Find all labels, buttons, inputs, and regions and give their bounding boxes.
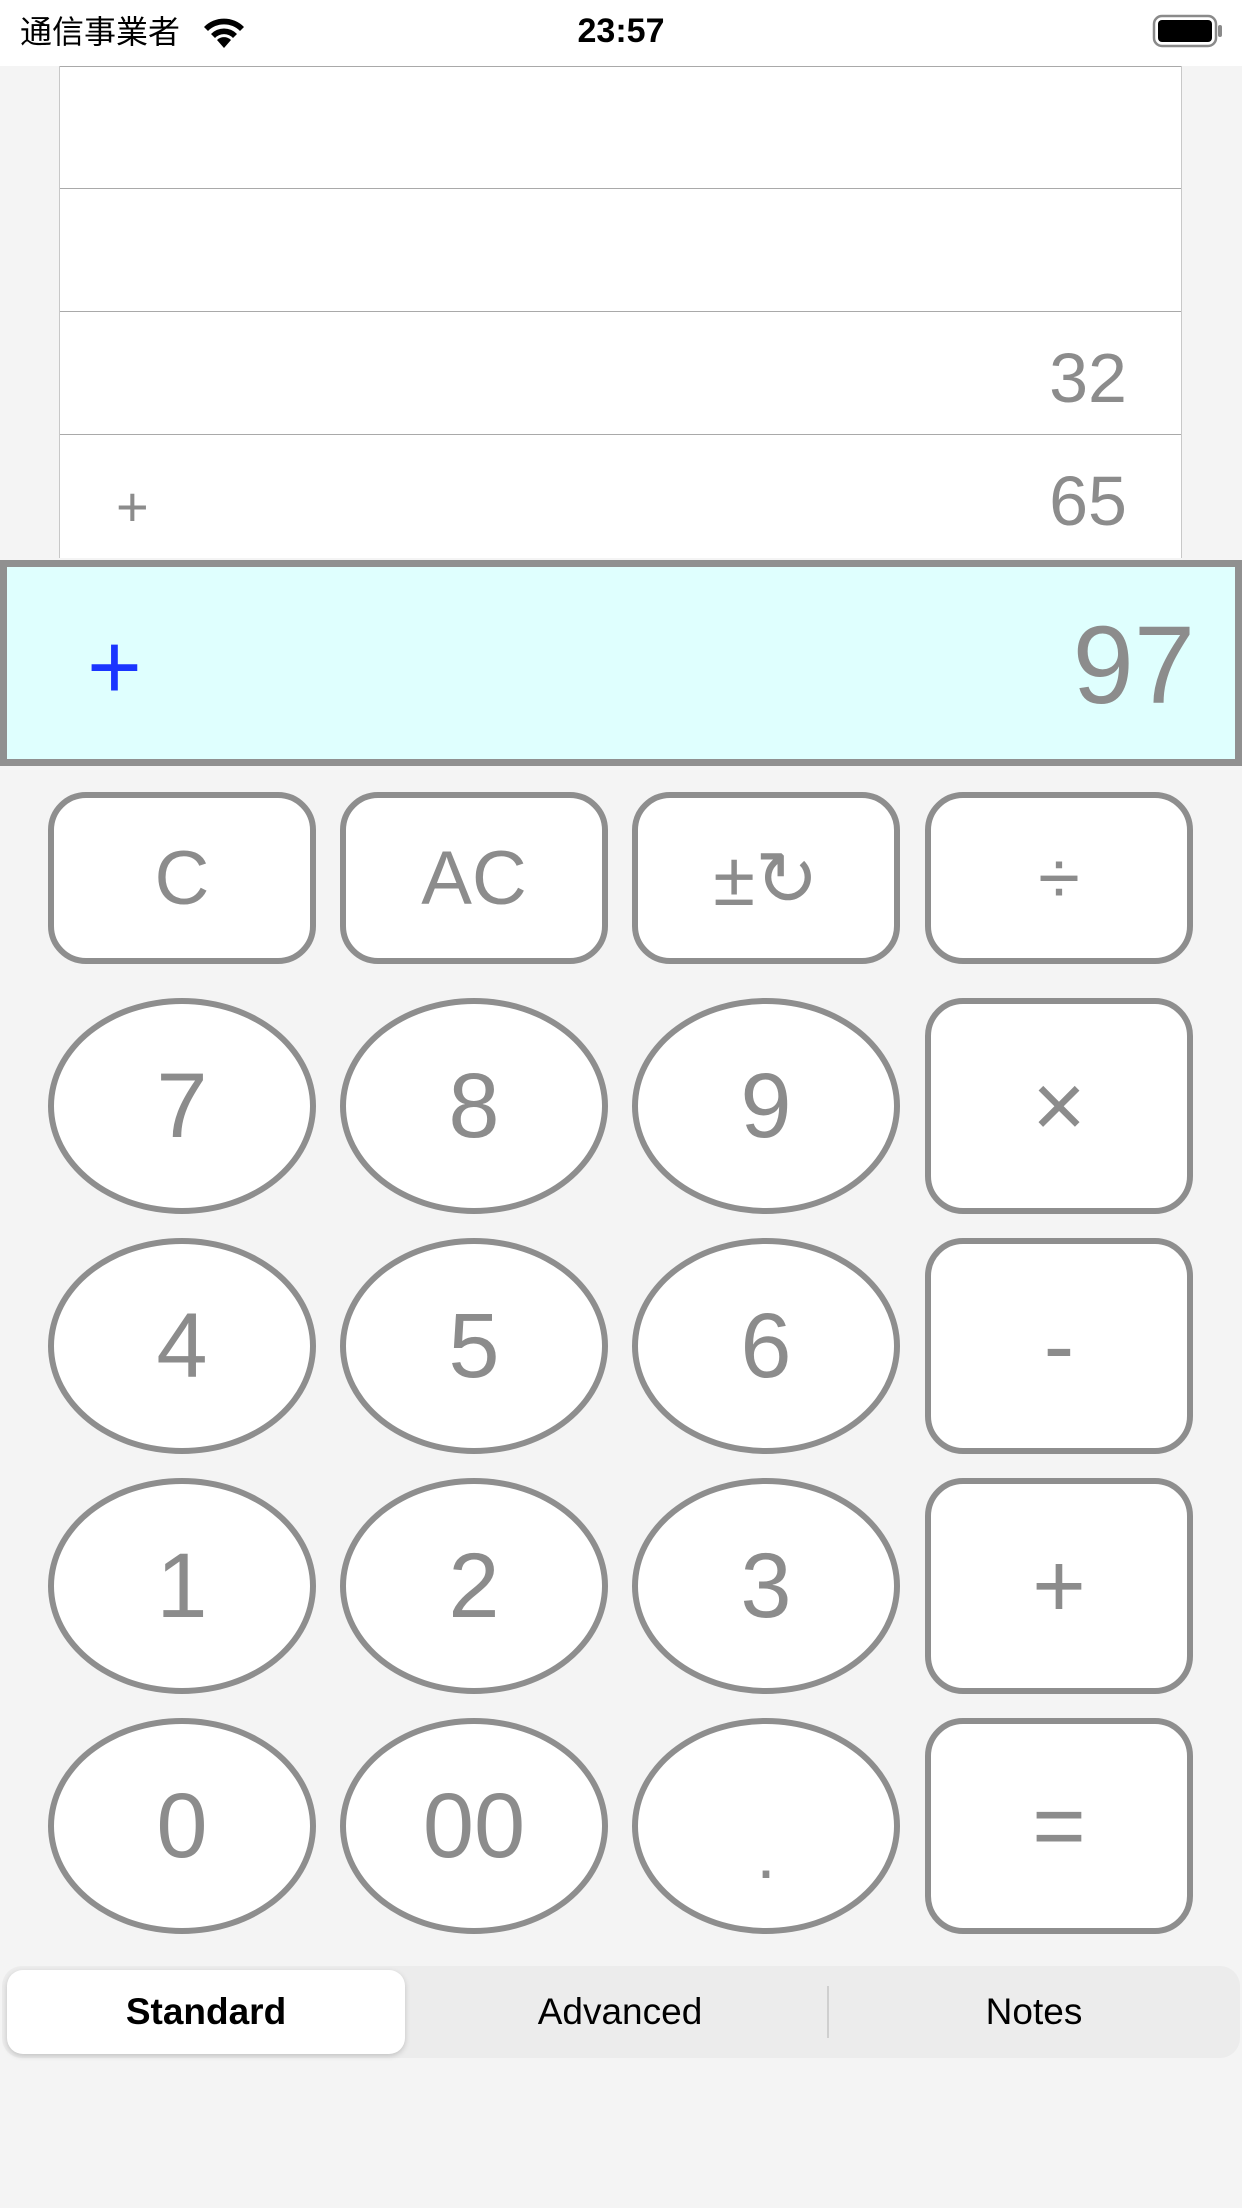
double-zero-button[interactable]: 00: [340, 1718, 608, 1934]
history-row: [60, 66, 1181, 189]
digit-6-button[interactable]: 6: [632, 1238, 900, 1454]
subtract-button[interactable]: -: [925, 1238, 1193, 1454]
decimal-label: .: [756, 1815, 776, 1893]
all-clear-button[interactable]: AC: [340, 792, 608, 964]
digit-9-button[interactable]: 9: [632, 998, 900, 1214]
status-time: 23:57: [577, 12, 665, 50]
history-list: 32 + 65: [59, 66, 1182, 558]
history-tape[interactable]: 32 + 65: [0, 66, 1242, 558]
history-value: 65: [1049, 462, 1127, 540]
history-value: 32: [1049, 339, 1127, 417]
digit-1-button[interactable]: 1: [48, 1478, 316, 1694]
history-row: [60, 188, 1181, 311]
result-display: + 97: [0, 560, 1242, 766]
add-button[interactable]: +: [925, 1478, 1193, 1694]
digit-7-button[interactable]: 7: [48, 998, 316, 1214]
mode-segmented-control: Standard Advanced Notes: [2, 1966, 1240, 2058]
current-value: 97: [1072, 604, 1195, 727]
history-operator: +: [116, 475, 149, 538]
digit-0-button[interactable]: 0: [48, 1718, 316, 1934]
tab-advanced[interactable]: Advanced: [415, 1966, 825, 2058]
digit-4-button[interactable]: 4: [48, 1238, 316, 1454]
digit-8-button[interactable]: 8: [340, 998, 608, 1214]
digit-5-button[interactable]: 5: [340, 1238, 608, 1454]
decimal-button[interactable]: .: [632, 1718, 900, 1934]
clear-button[interactable]: C: [48, 792, 316, 964]
history-row: 32: [60, 311, 1181, 434]
history-row: + 65: [60, 434, 1181, 557]
tab-standard[interactable]: Standard: [7, 1970, 405, 2054]
sign-toggle-button[interactable]: ±↻: [632, 792, 900, 964]
digit-2-button[interactable]: 2: [340, 1478, 608, 1694]
current-operator: +: [87, 614, 142, 719]
battery-icon: [1152, 14, 1222, 48]
digit-3-button[interactable]: 3: [632, 1478, 900, 1694]
multiply-button[interactable]: ×: [925, 998, 1193, 1214]
equals-button[interactable]: =: [925, 1718, 1193, 1934]
tab-notes[interactable]: Notes: [829, 1966, 1239, 2058]
divide-button[interactable]: ÷: [925, 792, 1193, 964]
status-bar: 通信事業者 23:57: [0, 0, 1242, 66]
